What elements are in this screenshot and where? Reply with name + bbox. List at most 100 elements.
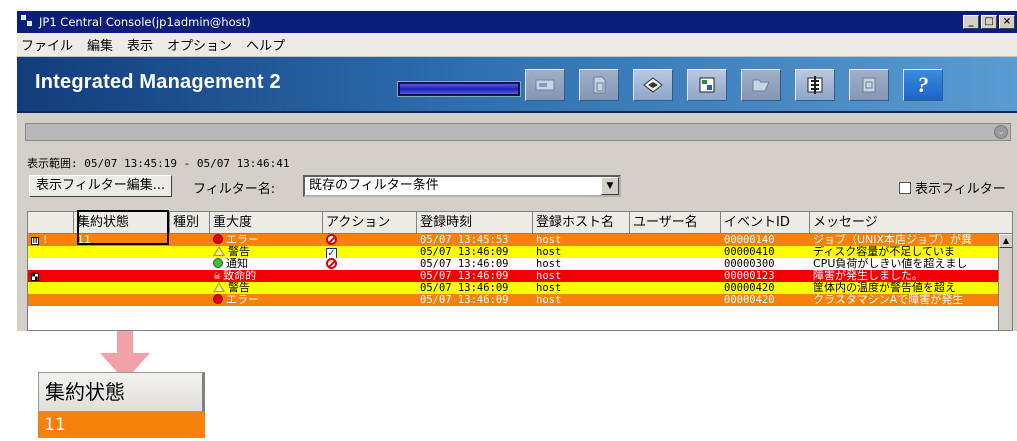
help-icon[interactable]: ? xyxy=(903,69,943,101)
row-marker-cell xyxy=(28,294,74,306)
banner: Integrated Management 2 ? xyxy=(17,57,1017,113)
user-cell xyxy=(630,246,721,258)
registered-time-cell: 05/07 13:45:53 xyxy=(420,234,509,246)
progress-fill xyxy=(400,84,518,94)
message-cell: ディスク容量が不足していま xyxy=(813,246,955,258)
filter-toggle[interactable]: 表示フィルター xyxy=(899,178,1006,197)
error-icon xyxy=(213,234,223,244)
zoom-header: 集約状態 xyxy=(38,372,205,412)
panel-header-strip: ⌄ xyxy=(25,123,1011,141)
function-icon[interactable] xyxy=(795,69,835,101)
vertical-scrollbar[interactable]: ▲ xyxy=(998,234,1012,330)
column-header-host[interactable]: 登録ホスト名 xyxy=(533,212,630,234)
filter-select[interactable]: 既存のフィルター条件 ▼ xyxy=(303,175,621,197)
row-marker-cell: ▚ xyxy=(28,270,74,282)
close-button[interactable]: × xyxy=(999,15,1015,29)
product-brand: Integrated Management 2 xyxy=(35,71,281,93)
column-header-marker[interactable] xyxy=(28,212,74,234)
column-header-user[interactable]: ユーザー名 xyxy=(630,212,721,234)
user-cell xyxy=(630,234,721,246)
menu-help[interactable]: ヘルプ xyxy=(246,35,285,54)
table-row[interactable]: 警告 ✓ 05/07 13:46:09 host 00000410 ディスク容量が不足して… xyxy=(28,246,1012,258)
user-cell xyxy=(630,294,721,306)
event-id-cell: 00000410 xyxy=(724,246,775,258)
column-header-message[interactable]: メッセージ xyxy=(810,212,1002,234)
column-header-registered-time[interactable]: 登録時刻 xyxy=(417,212,533,234)
host-cell: host xyxy=(536,270,562,282)
filter-checkbox[interactable] xyxy=(899,181,911,194)
action-cell xyxy=(323,258,417,270)
warning-icon xyxy=(213,282,225,292)
host-cell: host xyxy=(536,282,562,294)
collapse-icon[interactable]: ⌄ xyxy=(994,125,1008,139)
message-cell: CPU負荷がしきい値を超えまし xyxy=(813,258,968,270)
edit-filter-button[interactable]: 表示フィルター編集... xyxy=(29,175,173,197)
message-cell: 筐体内の温度が警告値を超え xyxy=(813,282,956,294)
column-header-action[interactable]: アクション xyxy=(323,212,417,234)
host-cell: host xyxy=(536,246,562,258)
row-marker-cell: Ⅲ! xyxy=(28,234,74,246)
minimize-button[interactable]: _ xyxy=(963,15,979,29)
aggregate-row-icon[interactable]: Ⅲ xyxy=(31,237,39,245)
folder-icon[interactable] xyxy=(741,69,781,101)
report-icon[interactable] xyxy=(849,69,889,101)
dropdown-arrow-icon[interactable]: ▼ xyxy=(601,177,619,195)
menu-view[interactable]: 表示 xyxy=(127,35,153,54)
menu-edit[interactable]: 編集 xyxy=(87,35,113,54)
severity-label: エラー xyxy=(226,294,259,306)
window-title: JP1 Central Console(jp1admin@host) xyxy=(39,15,251,29)
severity-cell: エラー xyxy=(210,234,323,246)
table-row[interactable]: 通知 05/07 13:46:09 host 00000300 CPU負荷がしきい値を超… xyxy=(28,258,1012,270)
aggregation-highlight-box xyxy=(77,210,169,245)
column-header-event-id[interactable]: イベントID xyxy=(721,212,810,234)
type-cell xyxy=(170,294,210,306)
action-suppressed-icon xyxy=(326,258,337,269)
menu-options[interactable]: オプション xyxy=(167,35,232,54)
display-range: 表示範囲: 05/07 13:45:19 - 05/07 13:46:41 xyxy=(27,157,290,170)
column-header-severity[interactable]: 重大度 xyxy=(210,212,323,234)
info-icon xyxy=(213,258,223,268)
action-cell: ✓ xyxy=(323,246,417,258)
event-icon[interactable] xyxy=(633,69,673,101)
type-cell xyxy=(170,270,210,282)
document-icon[interactable] xyxy=(579,69,619,101)
registered-time-cell: 05/07 13:46:09 xyxy=(420,258,509,270)
event-id-cell: 00000123 xyxy=(724,270,775,282)
table-row[interactable]: 警告 05/07 13:46:09 host 00000420 筐体内の温度が警告値を超… xyxy=(28,282,1012,294)
aggregation-cell xyxy=(74,294,170,306)
table-header: 集約状態 種別 重大度 アクション 登録時刻 登録ホスト名 ユーザー名 イベント… xyxy=(28,212,1012,234)
severity-label: 致命的 xyxy=(223,270,257,282)
menu-file[interactable]: ファイル xyxy=(21,35,73,54)
warning-icon xyxy=(213,246,225,256)
severity-cell: エラー xyxy=(210,294,323,306)
table-body: Ⅲ! 11 エラー 05/07 13:45:53 host 00000140 ジョブ（UNI… xyxy=(28,234,1012,306)
action-checked-icon: ✓ xyxy=(326,248,337,258)
monitor-icon[interactable] xyxy=(525,69,565,101)
table-row[interactable]: ▚ ☠ 致命的 05/07 13:46:09 host 00000123 障害が発生しました… xyxy=(28,270,1012,282)
aggregation-cell xyxy=(74,258,170,270)
message-cell: クラスタマシンAで障害が発生 xyxy=(813,294,964,306)
registered-time-cell: 05/07 13:46:09 xyxy=(420,270,509,282)
scroll-up-icon[interactable]: ▲ xyxy=(999,234,1012,248)
event-id-cell: 00000420 xyxy=(724,282,775,294)
type-cell xyxy=(170,234,210,246)
event-id-cell: 00000300 xyxy=(724,258,775,270)
maximize-button[interactable]: □ xyxy=(981,15,997,29)
column-header-type[interactable]: 種別 xyxy=(170,212,210,234)
table-row[interactable]: エラー 05/07 13:46:09 host 00000420 クラスタマシンAで障害… xyxy=(28,294,1012,306)
message-cell: ジョブ（UNIX本店ジョブ）が異 xyxy=(813,234,973,246)
row-marker-cell xyxy=(28,282,74,294)
error-icon xyxy=(213,294,223,304)
tree-icon[interactable] xyxy=(687,69,727,101)
severity-label: エラー xyxy=(226,234,259,246)
title-bar[interactable]: JP1 Central Console(jp1admin@host) _ □ × xyxy=(17,11,1017,33)
window-controls: _ □ × xyxy=(963,15,1017,29)
row-marker-cell xyxy=(28,246,74,258)
aggregation-cell xyxy=(74,270,170,282)
action-cell xyxy=(323,270,417,282)
registered-time-cell: 05/07 13:46:09 xyxy=(420,246,509,258)
table-row[interactable]: Ⅲ! 11 エラー 05/07 13:45:53 host 00000140 ジョブ（UNI… xyxy=(28,234,1012,246)
row-marker-cell xyxy=(28,258,74,270)
event-id-cell: 00000140 xyxy=(724,234,775,246)
severity-label: 警告 xyxy=(228,282,250,294)
